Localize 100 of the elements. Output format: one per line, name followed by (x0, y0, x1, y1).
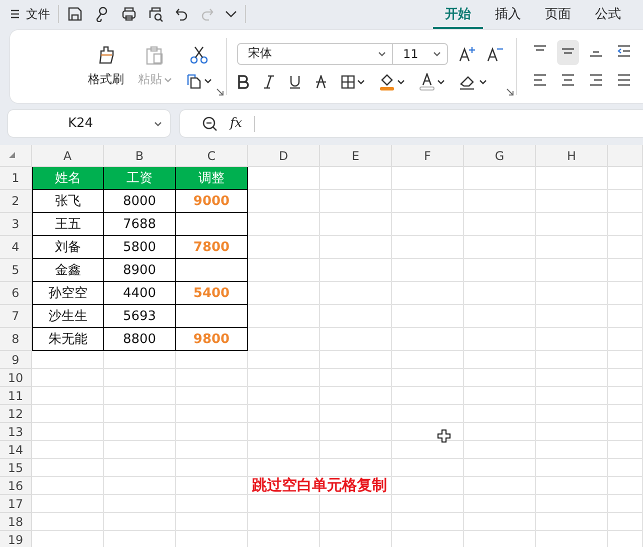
row-header[interactable]: 18 (0, 513, 32, 531)
caret-icon (164, 76, 172, 82)
font-color-icon (419, 72, 435, 90)
more-caret-icon[interactable] (225, 10, 237, 18)
row-header[interactable]: 9 (0, 351, 32, 369)
borders-button[interactable] (341, 74, 365, 88)
redo-icon[interactable] (200, 7, 214, 21)
row-header[interactable]: 14 (0, 441, 32, 459)
column-header[interactable]: B (104, 145, 176, 167)
row-header[interactable]: 17 (0, 495, 32, 513)
row-header[interactable]: 19 (0, 531, 32, 547)
caret-icon (397, 78, 405, 84)
table-cell: 张飞 (32, 190, 104, 213)
dialog-launcher-icon[interactable] (216, 88, 224, 96)
font-size-dropdown[interactable]: 11 (393, 42, 448, 64)
table-cell: 刘备 (32, 236, 104, 259)
row-header[interactable]: 6 (0, 282, 32, 305)
row-header[interactable]: 1 (0, 167, 32, 190)
table-cell: 孙空空 (32, 282, 104, 305)
strikethrough-icon[interactable] (315, 74, 327, 88)
table-cell: 朱无能 (32, 328, 104, 351)
column-header[interactable]: G (464, 145, 536, 167)
column-header[interactable]: E (320, 145, 392, 167)
table-cell: 5800 (104, 236, 176, 259)
row-header[interactable]: 10 (0, 369, 32, 387)
row-header[interactable]: 7 (0, 305, 32, 328)
empty-cell[interactable] (176, 259, 248, 282)
italic-icon[interactable] (263, 74, 275, 88)
formula-bar[interactable]: fx (180, 110, 643, 137)
row-header[interactable]: 16 (0, 477, 32, 495)
table-cell: 9800 (176, 328, 248, 351)
table-cell: 8000 (104, 190, 176, 213)
ribbon-tab[interactable]: 公式 (583, 1, 633, 29)
row-header[interactable]: 2 (0, 190, 32, 213)
caret-icon (357, 78, 365, 84)
name-box[interactable]: K24 (8, 110, 170, 137)
underline-icon[interactable] (289, 74, 301, 88)
ribbon-tab[interactable]: 页面 (533, 1, 583, 29)
empty-cell[interactable] (176, 213, 248, 236)
fx-label[interactable]: fx (230, 116, 242, 131)
align-right-icon[interactable] (589, 72, 603, 86)
font-color-button[interactable] (419, 72, 445, 90)
column-header[interactable]: A (32, 145, 104, 167)
ribbon-tab[interactable]: 插入 (483, 1, 533, 29)
scissors-icon[interactable] (189, 44, 209, 64)
row-header[interactable]: 15 (0, 459, 32, 477)
increase-font-icon[interactable] (458, 46, 476, 62)
column-header[interactable]: H (536, 145, 608, 167)
row-header[interactable]: 4 (0, 236, 32, 259)
table-cell: 工资 (104, 167, 176, 190)
table-cell: 4400 (104, 282, 176, 305)
format-painter-button[interactable]: 格式刷 (88, 45, 124, 88)
table-cell: 沙生生 (32, 305, 104, 328)
table-cell: 5693 (104, 305, 176, 328)
empty-cell[interactable] (176, 305, 248, 328)
row-header[interactable]: 5 (0, 259, 32, 282)
column-header[interactable] (608, 145, 643, 167)
bold-icon[interactable] (237, 74, 249, 88)
select-all-icon[interactable] (8, 151, 16, 159)
menu-icon (10, 9, 20, 19)
table-cell: 金鑫 (32, 259, 104, 282)
table-cell: 调整 (176, 167, 248, 190)
copy-button[interactable] (186, 72, 212, 88)
save-icon[interactable] (67, 6, 83, 22)
print-icon[interactable] (121, 6, 137, 22)
column-header[interactable]: D (248, 145, 320, 167)
caption-text: 跳过空白单元格复制 (248, 477, 392, 495)
undo-icon[interactable] (175, 7, 189, 21)
table-cell: 5400 (176, 282, 248, 305)
caret-icon (204, 78, 212, 84)
table-cell: 王五 (32, 213, 104, 236)
row-header[interactable]: 13 (0, 423, 32, 441)
row-header[interactable]: 8 (0, 328, 32, 351)
caret-icon (433, 50, 441, 56)
print-preview-icon[interactable] (148, 6, 164, 22)
paint-bucket-icon (379, 72, 395, 90)
zoom-out-icon[interactable] (202, 116, 218, 132)
decrease-indent-icon[interactable] (617, 44, 631, 58)
row-header[interactable]: 12 (0, 405, 32, 423)
table-cell: 8800 (104, 328, 176, 351)
align-left-icon[interactable] (533, 72, 547, 86)
justify-icon[interactable] (617, 72, 631, 86)
column-header[interactable]: C (176, 145, 248, 167)
row-header[interactable]: 11 (0, 387, 32, 405)
table-cell: 8900 (104, 259, 176, 282)
decrease-font-icon[interactable] (486, 46, 504, 62)
file-menu[interactable]: 文件 (10, 6, 50, 22)
align-center-icon[interactable] (561, 72, 575, 86)
caret-icon (378, 50, 386, 56)
dialog-launcher-icon[interactable] (506, 88, 514, 96)
fill-color-button[interactable] (379, 72, 405, 90)
clipboard-icon (145, 45, 165, 65)
table-cell: 7800 (176, 236, 248, 259)
clear-button[interactable] (459, 74, 487, 90)
move-cursor-icon (437, 429, 451, 443)
eraser-icon (459, 74, 477, 90)
font-dropdown[interactable]: 宋体 (237, 42, 393, 64)
select-all-button[interactable] (0, 145, 32, 167)
column-header[interactable]: F (392, 145, 464, 167)
row-header[interactable]: 3 (0, 213, 32, 236)
